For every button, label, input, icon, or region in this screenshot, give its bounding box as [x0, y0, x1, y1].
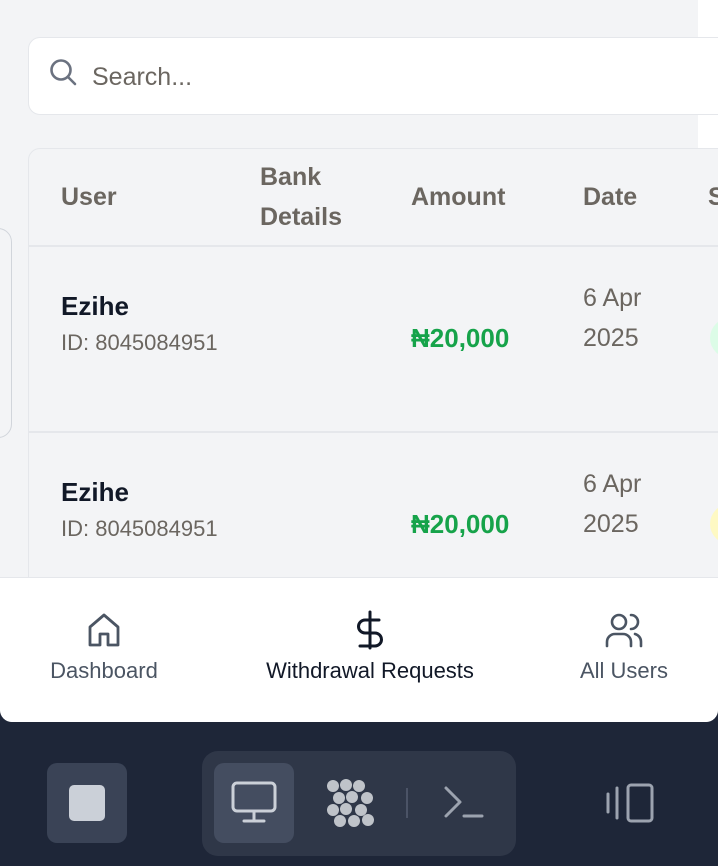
side-drawer-edge[interactable] [0, 228, 12, 438]
monitor-icon [231, 781, 277, 823]
nav-item-all-users[interactable]: All Users [564, 578, 684, 722]
home-icon [88, 613, 120, 647]
column-header-amount[interactable]: Amount [411, 177, 505, 217]
user-name: Ezihe [61, 477, 129, 507]
nav-label-all-users: All Users [579, 658, 668, 683]
column-header-bank-details[interactable]: Bank Details [260, 157, 370, 237]
dollar-icon [357, 610, 383, 650]
nav-item-withdrawal-requests[interactable]: Withdrawal Requests [250, 578, 490, 722]
stop-icon [69, 785, 105, 821]
column-header-date[interactable]: Date [583, 177, 637, 217]
user-name: Ezihe [61, 291, 129, 321]
users-icon [605, 613, 643, 648]
nav-label-withdrawal-requests: Withdrawal Requests [266, 658, 474, 683]
bottom-navigation: Dashboard Withdrawal Requests All Users [0, 577, 718, 722]
panel-icon[interactable] [604, 782, 656, 824]
withdrawal-date: 6 Apr 2025 [583, 470, 642, 538]
row-divider [28, 431, 718, 433]
table-header-divider [28, 245, 718, 247]
app-grid-icon[interactable] [324, 778, 376, 828]
terminal-icon[interactable] [440, 782, 486, 822]
search-icon [50, 59, 77, 86]
nav-label-dashboard: Dashboard [50, 658, 158, 683]
column-header-status[interactable]: S [708, 177, 718, 217]
user-id: ID: 8045084951 [61, 330, 218, 355]
taskbar-divider [406, 788, 408, 818]
app-window: User Bank Details Amount Date S Ezihe ID… [0, 0, 718, 722]
withdrawal-amount: ₦20,000 [411, 509, 510, 539]
withdrawal-date: 6 Apr 2025 [583, 284, 642, 352]
nav-item-dashboard[interactable]: Dashboard [34, 578, 174, 722]
search-input[interactable] [92, 58, 652, 96]
column-header-user[interactable]: User [61, 177, 117, 217]
user-id: ID: 8045084951 [61, 516, 218, 541]
withdrawal-amount: ₦20,000 [411, 323, 510, 353]
